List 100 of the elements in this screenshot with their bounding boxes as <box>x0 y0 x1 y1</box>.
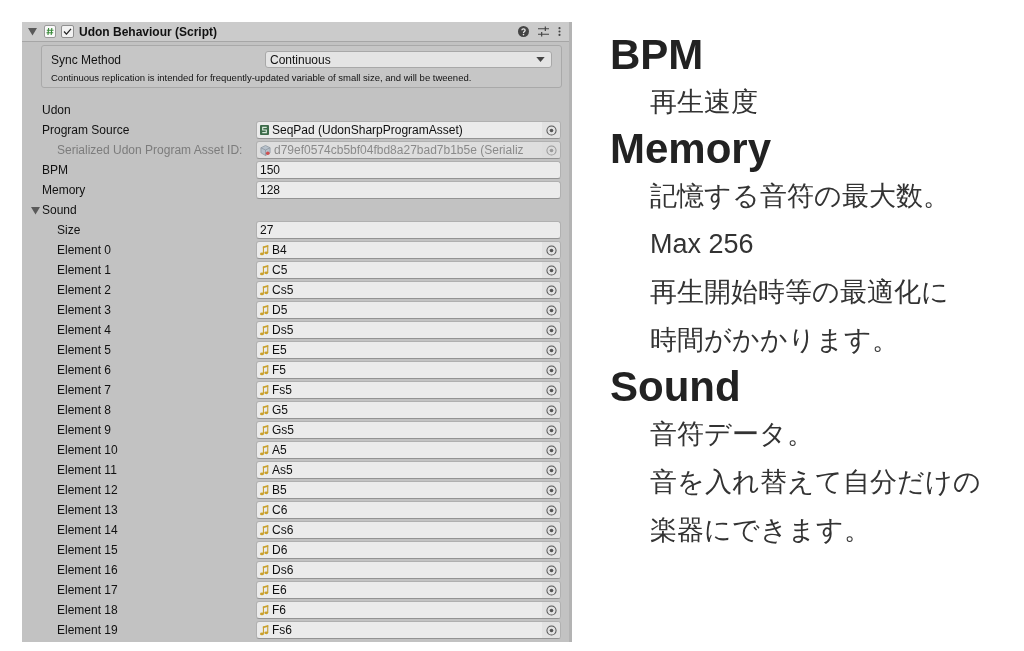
object-field[interactable]: Cs6 <box>256 521 561 539</box>
foldout-triangle-icon[interactable] <box>31 205 40 215</box>
sliders-icon[interactable] <box>538 26 549 37</box>
object-field[interactable]: SeqPad (UdonSharpProgramAsset) <box>256 121 561 139</box>
object-field[interactable]: C5 <box>256 261 561 279</box>
property-label: Element 3 <box>57 302 112 319</box>
object-picker-button[interactable] <box>542 562 560 578</box>
target-icon <box>545 524 557 536</box>
enable-checkbox[interactable] <box>61 25 74 38</box>
property-label: Element 2 <box>57 282 112 299</box>
music-note-icon <box>260 484 269 496</box>
object-field[interactable]: E5 <box>256 341 561 359</box>
object-picker-button[interactable] <box>542 122 560 138</box>
object-field[interactable]: A5 <box>256 441 561 459</box>
text-field[interactable]: 128 <box>256 181 561 199</box>
object-picker-button[interactable] <box>542 342 560 358</box>
sync-method-dropdown[interactable]: Continuous <box>265 51 552 68</box>
target-icon <box>545 624 557 636</box>
property-label: Element 17 <box>57 582 118 599</box>
object-picker-button[interactable] <box>542 402 560 418</box>
property-label: Element 0 <box>57 242 112 259</box>
object-field[interactable]: As5 <box>256 461 561 479</box>
object-picker-button[interactable] <box>542 622 560 638</box>
target-icon <box>545 604 557 616</box>
object-field[interactable]: F6 <box>256 601 561 619</box>
property-label: Sync Method <box>51 51 123 69</box>
object-picker-button[interactable] <box>542 522 560 538</box>
property-label: Element 11 <box>57 462 117 479</box>
property-label: Element 15 <box>57 542 118 559</box>
target-icon <box>545 504 557 516</box>
property-label: Element 4 <box>57 322 112 339</box>
object-picker-button[interactable] <box>542 602 560 618</box>
target-icon <box>545 144 557 156</box>
music-note-icon <box>260 464 269 476</box>
object-field[interactable]: G5 <box>256 401 561 419</box>
target-icon <box>545 464 557 476</box>
note-heading: Sound <box>610 364 742 410</box>
hash-icon <box>44 25 56 38</box>
object-picker-button[interactable] <box>542 582 560 598</box>
music-note-icon <box>260 604 269 616</box>
object-field[interactable]: Cs5 <box>256 281 561 299</box>
text-field[interactable]: 27 <box>256 221 561 239</box>
object-picker-button[interactable] <box>542 302 560 318</box>
target-icon <box>545 424 557 436</box>
property-label: Element 18 <box>57 602 118 619</box>
object-picker-button[interactable] <box>542 482 560 498</box>
object-picker-button[interactable] <box>542 542 560 558</box>
object-picker-button[interactable] <box>542 262 560 278</box>
foldout-triangle-icon[interactable] <box>28 27 37 36</box>
music-note-icon <box>260 384 269 396</box>
object-field[interactable]: B4 <box>256 241 561 259</box>
object-picker-button[interactable] <box>542 322 560 338</box>
sync-method-note: Continuous replication is intended for frequently-updated variable of small size, and will be tweened. <box>51 70 472 85</box>
object-field[interactable]: Fs5 <box>256 381 561 399</box>
music-note-icon <box>260 504 269 516</box>
component-title: Udon Behaviour (Script) <box>79 23 217 41</box>
object-field[interactable]: Ds6 <box>256 561 561 579</box>
target-icon <box>545 304 557 316</box>
object-field[interactable]: C6 <box>256 501 561 519</box>
caret-icon <box>536 57 545 62</box>
property-label: Element 14 <box>57 522 118 539</box>
help-icon[interactable] <box>518 26 529 37</box>
music-note-icon <box>260 264 269 276</box>
object-picker-button[interactable] <box>542 422 560 438</box>
check-icon <box>63 28 72 35</box>
note-text: 再生速度 <box>649 86 759 119</box>
object-picker-button[interactable] <box>542 362 560 378</box>
property-label: BPM <box>42 162 68 179</box>
object-field[interactable]: Fs6 <box>256 621 561 639</box>
object-field[interactable]: F5 <box>256 361 561 379</box>
object-picker-button[interactable] <box>542 442 560 458</box>
section-label: Udon <box>42 102 71 119</box>
note-text: 楽器にできます。 <box>649 514 872 547</box>
object-picker-button[interactable] <box>542 502 560 518</box>
property-label: Element 13 <box>57 502 118 519</box>
music-note-icon <box>260 344 269 356</box>
target-icon <box>545 344 557 356</box>
object-picker-button[interactable] <box>542 242 560 258</box>
target-icon <box>545 264 557 276</box>
target-icon <box>545 124 557 136</box>
target-icon <box>545 364 557 376</box>
object-picker-button[interactable] <box>542 382 560 398</box>
music-note-icon <box>260 404 269 416</box>
object-picker-button[interactable] <box>542 462 560 478</box>
property-label: Element 16 <box>57 562 118 579</box>
music-note-icon <box>260 324 269 336</box>
script-file-icon <box>260 125 269 135</box>
object-field[interactable]: D6 <box>256 541 561 559</box>
target-icon <box>545 584 557 596</box>
text-field[interactable]: 150 <box>256 161 561 179</box>
object-field[interactable]: Gs5 <box>256 421 561 439</box>
property-label: Element 6 <box>57 362 112 379</box>
object-field[interactable]: E6 <box>256 581 561 599</box>
object-field[interactable]: B5 <box>256 481 561 499</box>
music-note-icon <box>260 284 269 296</box>
object-field[interactable]: Ds5 <box>256 321 561 339</box>
object-field[interactable]: D5 <box>256 301 561 319</box>
object-picker-button[interactable] <box>542 282 560 298</box>
more-menu-icon[interactable] <box>558 26 561 37</box>
note-text: 音符データ。 <box>649 418 815 451</box>
